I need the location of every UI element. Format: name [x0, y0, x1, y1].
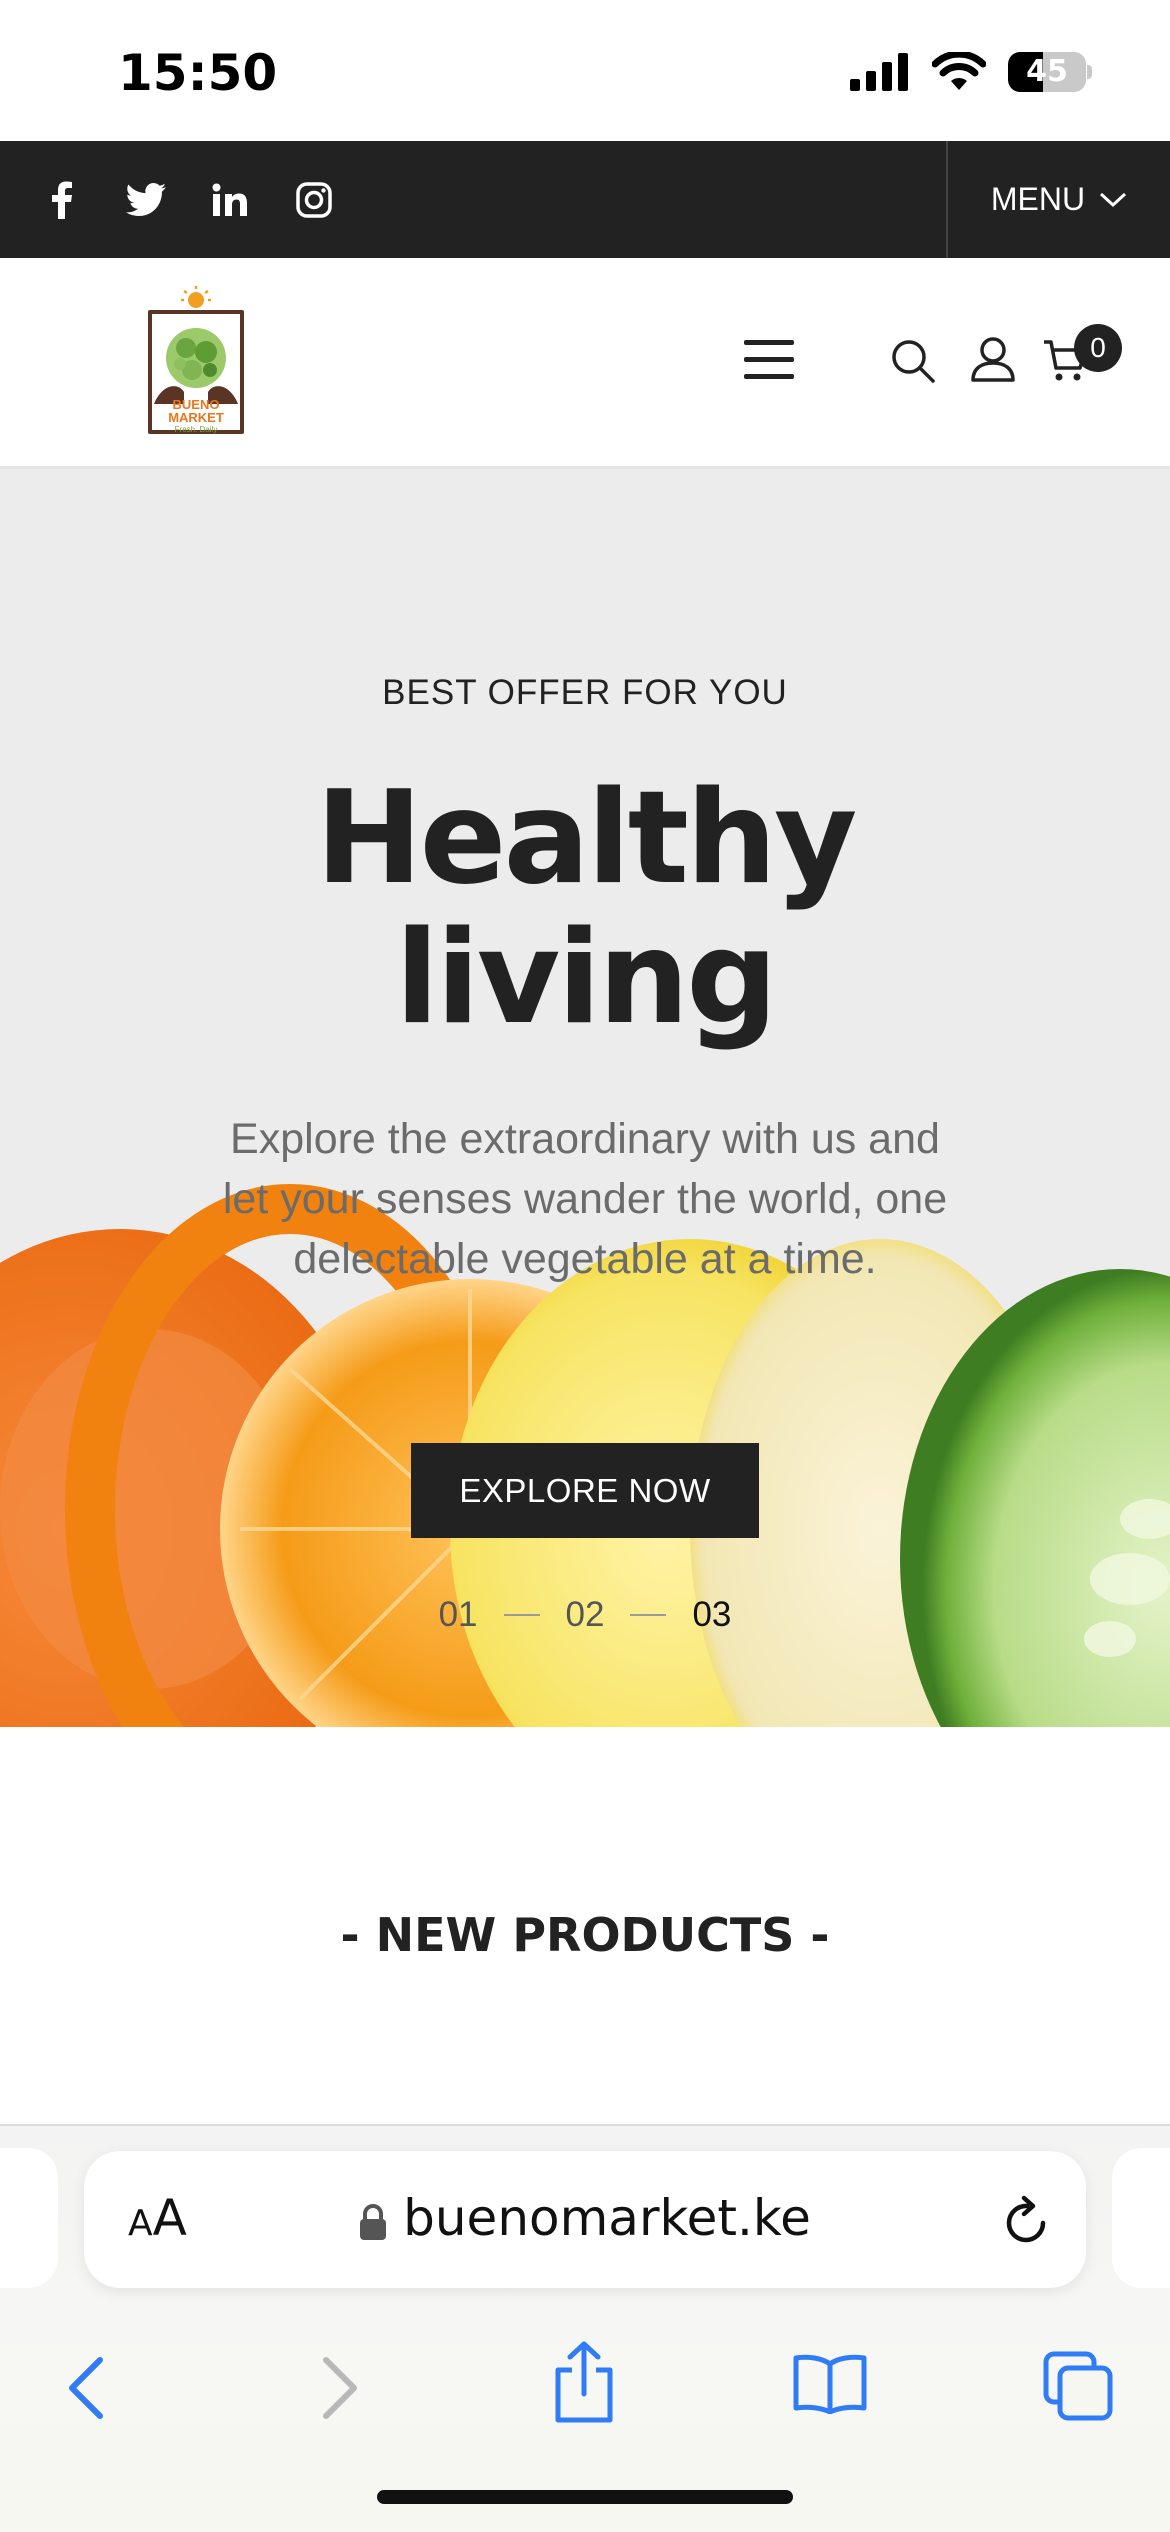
menu-label: MENU	[990, 181, 1086, 217]
fruit-slices-image	[0, 1184, 1170, 1727]
safari-nav-toolbar	[0, 2326, 1170, 2446]
status-icons: 45	[850, 52, 1092, 92]
facebook-icon[interactable]	[40, 178, 84, 222]
slide-2-button[interactable]: 02	[566, 1595, 605, 1635]
battery-percent: 45	[1026, 54, 1068, 89]
hero-title-line1: Healthy	[315, 764, 858, 913]
pager-divider	[630, 1614, 667, 1616]
chevron-down-icon	[1100, 192, 1127, 207]
slide-pager: 01 02 03	[0, 1595, 1170, 1635]
url-text: buenomarket.ke	[403, 2189, 811, 2247]
logo-text: BUENO MARKET	[168, 397, 224, 425]
logo-tagline: Fresh. Daily	[174, 425, 218, 434]
url-display[interactable]: buenomarket.ke	[84, 2189, 1086, 2247]
slide-3-button[interactable]: 03	[692, 1595, 731, 1635]
explore-now-button[interactable]: EXPLORE NOW	[411, 1443, 759, 1538]
pager-divider	[503, 1614, 540, 1616]
user-account-icon[interactable]	[970, 336, 1016, 384]
hero-title-line2: living	[395, 904, 778, 1053]
hero-title: Healthy living	[0, 769, 1170, 1049]
previous-tab-preview[interactable]	[0, 2148, 58, 2288]
hero-description: Explore the extraordinary with us and le…	[222, 1115, 948, 1283]
battery-icon: 45	[1008, 52, 1092, 92]
back-icon[interactable]	[66, 2356, 106, 2420]
share-icon[interactable]	[552, 2340, 616, 2424]
twitter-icon[interactable]	[124, 178, 168, 222]
forward-icon[interactable]	[320, 2356, 360, 2420]
menu-dropdown-button[interactable]: MENU	[946, 141, 1170, 258]
status-time: 15:50	[118, 44, 278, 102]
hero-slider: BEST OFFER FOR YOU Healthy living Explor…	[0, 469, 1170, 1727]
search-icon[interactable]	[890, 338, 936, 384]
home-indicator	[377, 2490, 793, 2504]
bookmarks-icon[interactable]	[792, 2354, 868, 2414]
linkedin-icon[interactable]	[208, 178, 252, 222]
cart-count-badge: 0	[1074, 324, 1122, 372]
reload-icon[interactable]	[1004, 2195, 1050, 2245]
hero-kicker: BEST OFFER FOR YOU	[382, 673, 788, 712]
address-bar[interactable]: AA buenomarket.ke	[84, 2151, 1086, 2288]
tabs-icon[interactable]	[1042, 2350, 1114, 2422]
lock-icon	[360, 2203, 387, 2240]
top-bar: MENU	[0, 141, 1170, 258]
hamburger-menu-icon[interactable]	[744, 340, 796, 380]
slide-1-button[interactable]: 01	[439, 1595, 478, 1635]
next-tab-preview[interactable]	[1112, 2148, 1170, 2288]
site-header: BUENO MARKET Fresh. Daily 0	[0, 258, 1170, 469]
social-links	[40, 141, 336, 258]
status-bar: 15:50 45	[0, 0, 1170, 141]
browser-toolbar: AA buenomarket.ke	[0, 2124, 1170, 2532]
wifi-icon	[932, 52, 986, 90]
new-products-heading: - NEW PRODUCTS -	[340, 1908, 830, 1962]
cellular-signal-icon	[850, 53, 908, 91]
instagram-icon[interactable]	[292, 178, 336, 222]
